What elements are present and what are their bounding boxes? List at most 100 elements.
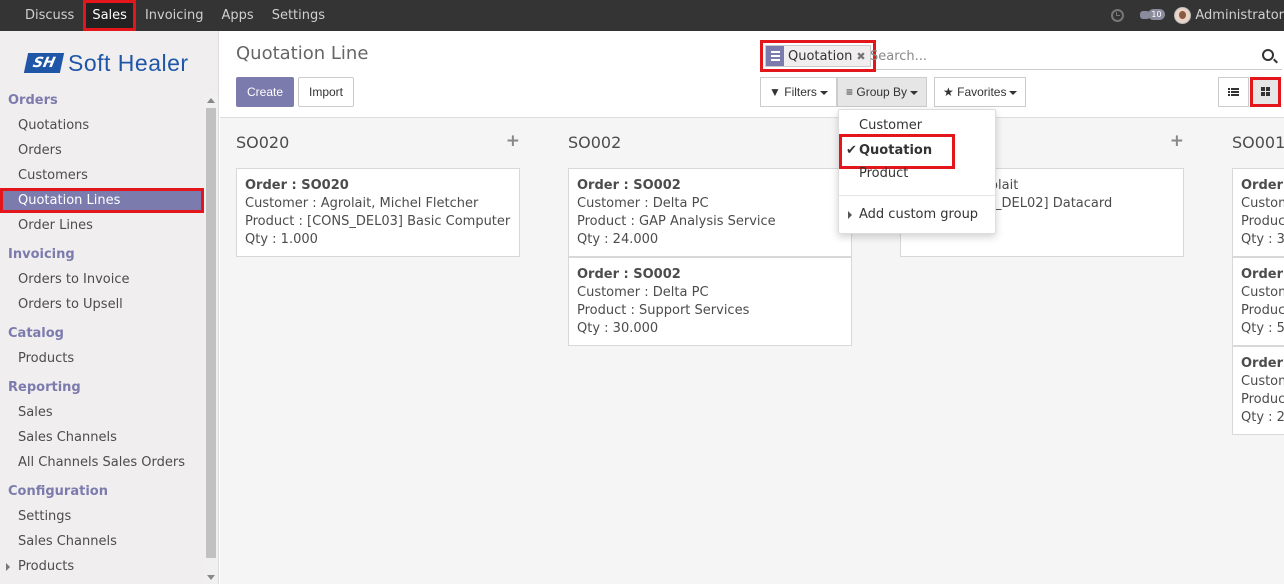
sidebar-item-settings[interactable]: Settings [0,504,204,529]
card-qty: Qty : 5.0 [1241,321,1284,336]
menu-invoicing[interactable]: Invoicing [136,0,213,31]
card-customer: Custom [1241,285,1284,300]
kanban-view-icon [1261,87,1270,96]
kanban-card[interactable]: Order : SO002 Customer : Delta PC Produc… [568,257,852,346]
card-order: Order : [1241,356,1284,371]
kanban-card[interactable]: Order : Custom Product Qty : 2.0 [1232,346,1284,435]
company-logo: SH Soft Healer [23,50,189,76]
sidebar-section-catalog: Catalog [8,326,64,341]
caret-down-icon [1009,90,1018,95]
search-icon[interactable] [1262,49,1274,61]
card-product: Product [1241,303,1284,318]
menu-sales[interactable]: Sales [83,0,136,31]
messages-icon[interactable]: 10 [1140,8,1165,23]
column-title: SO001 [1232,133,1284,152]
scroll-up-icon[interactable] [207,98,215,103]
search-facet[interactable]: Quotation ✖ [760,40,876,72]
kanban-view: SO020 + Order : SO020 Customer : Agrolai… [220,118,1284,584]
facet-label: Quotation [788,48,853,64]
app-menu: Discuss Sales Invoicing Apps Settings [16,0,334,31]
sidebar-item-quotations[interactable]: Quotations [0,113,204,138]
page-title: Quotation Line [236,43,369,64]
kanban-view-button[interactable] [1250,77,1281,107]
card-order: Order : SO020 [245,178,349,193]
add-record-icon[interactable]: + [506,131,520,151]
top-navbar: Discuss Sales Invoicing Apps Settings 10… [0,0,1284,31]
activity-clock-icon[interactable] [1111,9,1125,22]
add-record-icon[interactable]: + [1170,131,1184,151]
favorites-button[interactable]: ★ Favorites [934,77,1027,107]
scroll-down-icon[interactable] [207,575,215,580]
user-avatar[interactable] [1174,7,1192,24]
card-customer: Custom [1241,196,1284,211]
card-qty: Qty : 30.000 [577,321,659,336]
menu-settings[interactable]: Settings [263,0,334,31]
sidebar-item-config-products[interactable]: Products [0,554,204,579]
card-customer: Custom [1241,374,1284,389]
list-icon: ≡ [846,85,854,99]
search-input[interactable] [868,45,1248,67]
card-order: Order : [1241,267,1284,282]
sidebar-item-all-channels-sales-orders[interactable]: All Channels Sales Orders [0,450,204,475]
card-product: Product : GAP Analysis Service [577,214,776,229]
groupby-button[interactable]: ≡ Group By [837,77,928,107]
sidebar-item-orders-to-invoice[interactable]: Orders to Invoice [0,267,204,292]
kanban-card[interactable]: Order : Custom Product Qty : 5.0 [1232,257,1284,346]
menu-discuss[interactable]: Discuss [16,0,83,31]
sidebar-item-order-lines[interactable]: Order Lines [0,213,204,238]
sidebar-item-quotation-lines[interactable]: Quotation Lines [0,188,204,213]
sidebar-item-orders[interactable]: Orders [0,138,204,163]
card-order: Order : SO002 [577,267,681,282]
caret-down-icon [819,90,828,95]
sidebar-item-orders-to-upsell[interactable]: Orders to Upsell [0,292,204,317]
expand-caret-icon [6,563,10,571]
groupby-option-label: Quotation [859,143,933,158]
filters-button[interactable]: ▼ Filters [760,77,837,107]
sidebar-scrollbar[interactable] [204,94,218,584]
kanban-card[interactable]: Order : SO002 Customer : Delta PC Produc… [568,168,852,257]
groupby-label: Group By [856,85,908,99]
card-product: Product : Support Services [577,303,750,318]
sidebar-section-reporting: Reporting [8,380,81,395]
search-bar: Quotation ✖ [760,40,1282,72]
card-product: Product [1241,214,1284,229]
checkmark-icon: ✔ [846,143,857,158]
dropdown-divider [839,195,995,196]
caret-down-icon [910,90,919,95]
sidebar-section-invoicing: Invoicing [8,247,75,262]
groupby-option-quotation[interactable]: ✔ Quotation [839,134,955,169]
sidebar-item-sales[interactable]: Sales [0,400,204,425]
card-product: Product [1241,392,1284,407]
list-view-icon [1228,88,1239,96]
kanban-card[interactable]: Order : SO020 Customer : Agrolait, Miche… [236,168,520,257]
sidebar-item-products[interactable]: Products [0,346,204,371]
logo-mark-icon: SH [23,53,65,73]
column-title: SO020 [236,133,290,152]
card-customer: Customer : Agrolait, Michel Fletcher [245,196,479,211]
star-icon: ★ [943,85,954,99]
scroll-thumb[interactable] [206,108,216,558]
list-view-button[interactable] [1218,77,1249,107]
groupby-option-product[interactable]: Product [859,166,908,181]
sidebar: SH Soft Healer Orders Quotations Orders … [0,31,219,584]
filter-icon: ▼ [769,85,781,99]
sidebar-item-customers[interactable]: Customers [0,163,204,188]
card-customer: Customer : Delta PC [577,196,709,211]
sidebar-item-sales-channels[interactable]: Sales Channels [0,425,204,450]
favorites-label: Favorites [957,85,1007,99]
add-custom-group-toggle[interactable]: Add custom group [859,207,978,222]
sidebar-section-configuration: Configuration [8,484,108,499]
user-menu[interactable]: Administrator [1195,8,1284,23]
message-count-badge: 10 [1148,8,1165,20]
create-button[interactable]: Create [236,77,295,107]
import-button[interactable]: Import [298,77,355,107]
menu-apps[interactable]: Apps [213,0,263,31]
groupby-facet-icon [766,46,784,66]
card-qty: Qty : 2.0 [1241,410,1284,425]
groupby-option-customer[interactable]: Customer [859,118,922,133]
card-qty: Qty : 1.000 [245,232,318,247]
card-order: Order : SO002 [577,178,681,193]
sidebar-item-config-sales-channels[interactable]: Sales Channels [0,529,204,554]
kanban-card[interactable]: Order : Custom Product Qty : 3.0 [1232,168,1284,257]
sidebar-menu: Orders Quotations Orders Customers Quota… [0,89,204,579]
